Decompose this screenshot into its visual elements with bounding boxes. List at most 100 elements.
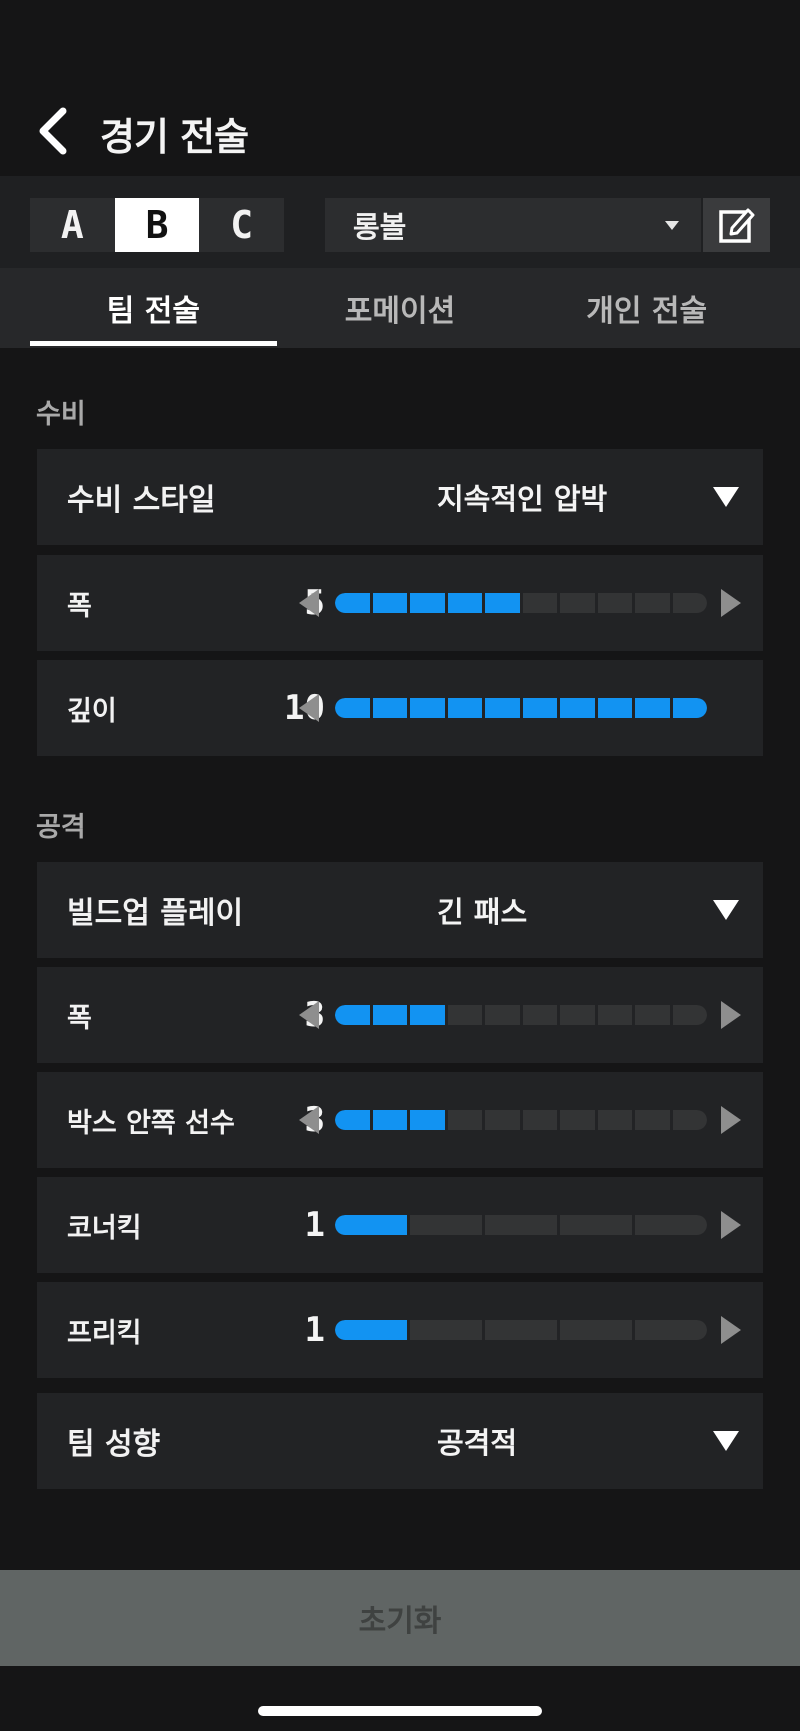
box-players-label: 박스 안쪽 선수 [67,1107,235,1139]
bar-segment-empty [410,1320,482,1340]
bar-segment-filled [335,1005,370,1025]
page-title: 경기 전술 [100,115,249,159]
bar-segment-filled [522,698,557,718]
attack-width-label: 폭 [67,1002,92,1034]
bar-segment-empty [560,593,595,613]
bar-segment-empty [485,1320,557,1340]
slot-a-button[interactable]: A [30,198,115,252]
chevron-left-icon [39,107,67,155]
slot-b-button[interactable]: B [114,198,200,252]
team-mentality-label: 팀 성향 [67,1427,161,1462]
free-kick-bar[interactable] [335,1320,707,1340]
tactics-content: 수비 수비 스타일 지속적인 압박 폭 5 깊이 10 공격 빌드업 플레이 긴… [0,348,800,1570]
bar-segment-filled [372,1110,407,1130]
box-players-bar[interactable] [335,1110,707,1130]
bar-segment-empty [485,1215,557,1235]
decrease-arrow-icon[interactable] [299,589,319,617]
tab-bar: 팀 전술 포메이션 개인 전술 [0,268,800,348]
bar-segment-empty [522,593,557,613]
bar-segment-empty [522,1110,557,1130]
tab-formation[interactable]: 포메이션 [277,268,524,348]
bar-segment-empty [635,1110,670,1130]
bar-segment-empty [672,1005,707,1025]
reset-button[interactable]: 초기화 [0,1570,800,1666]
defense-style-value: 지속적인 압박 [437,482,608,516]
bar-segment-filled [335,698,370,718]
bar-segment-filled [335,593,370,613]
buildup-play-label: 빌드업 플레이 [67,896,244,931]
defense-width-bar[interactable] [335,593,707,613]
defense-width-label: 폭 [67,590,92,622]
tab-individual-tactics[interactable]: 개인 전술 [523,268,770,348]
increase-arrow-icon[interactable] [721,1316,741,1344]
decrease-arrow-icon[interactable] [299,1001,319,1029]
bar-segment-empty [522,1005,557,1025]
free-kick-value: 1 [304,1310,325,1350]
defense-section-label: 수비 [36,399,86,430]
bar-segment-empty [672,593,707,613]
back-button[interactable] [30,104,74,158]
bar-segment-empty [597,1110,632,1130]
team-mentality-value: 공격적 [437,1426,518,1460]
bar-segment-empty [447,1110,482,1130]
defense-style-dropdown[interactable]: 수비 스타일 지속적인 압박 [37,449,763,545]
defense-style-label: 수비 스타일 [67,483,216,518]
bar-segment-empty [560,1320,632,1340]
bar-segment-empty [672,1110,707,1130]
bar-segment-filled [372,593,407,613]
corner-kick-label: 코너킥 [67,1212,142,1244]
bar-segment-empty [635,1320,707,1340]
bar-segment-empty [635,1215,707,1235]
bar-segment-filled [372,1005,407,1025]
attack-width-slider: 폭 3 [37,967,763,1063]
bar-segment-empty [560,1110,595,1130]
bar-segment-filled [560,698,595,718]
bar-segment-empty [560,1005,595,1025]
preset-dropdown-value: 롱볼 [353,210,407,244]
bar-segment-empty [635,1005,670,1025]
corner-kick-bar[interactable] [335,1215,707,1235]
bar-segment-empty [447,1005,482,1025]
defense-depth-label: 깊이 [67,695,117,727]
decrease-arrow-icon[interactable] [299,694,319,722]
preset-dropdown[interactable]: 롱볼 [325,198,701,252]
bar-segment-empty [597,593,632,613]
defense-depth-bar[interactable] [335,698,707,718]
bar-segment-empty [597,1005,632,1025]
free-kick-label: 프리킥 [67,1317,142,1349]
edit-preset-button[interactable] [703,198,770,252]
bar-segment-empty [485,1110,520,1130]
buildup-play-dropdown[interactable]: 빌드업 플레이 긴 패스 [37,862,763,958]
defense-width-slider: 폭 5 [37,555,763,651]
bar-segment-filled [485,593,520,613]
bar-segment-filled [335,1110,370,1130]
tab-team-tactics[interactable]: 팀 전술 [30,268,277,348]
free-kick-slider: 프리킥 1 [37,1282,763,1378]
bar-segment-filled [635,698,670,718]
caret-down-icon [713,900,739,920]
defense-depth-slider: 깊이 10 [37,660,763,756]
bar-segment-filled [485,698,520,718]
bar-segment-filled [335,1320,407,1340]
header: 경기 전술 [0,0,800,176]
bar-segment-filled [597,698,632,718]
decrease-arrow-icon[interactable] [299,1106,319,1134]
preset-slot-switcher: A B C [30,198,284,252]
corner-kick-slider: 코너킥 1 [37,1177,763,1273]
increase-arrow-icon[interactable] [721,1106,741,1134]
box-players-slider: 박스 안쪽 선수 3 [37,1072,763,1168]
attack-section-label: 공격 [36,812,86,843]
team-mentality-dropdown[interactable]: 팀 성향 공격적 [37,1393,763,1489]
bar-segment-empty [410,1215,482,1235]
attack-width-bar[interactable] [335,1005,707,1025]
slot-c-button[interactable]: C [199,198,284,252]
increase-arrow-icon[interactable] [721,589,741,617]
bar-segment-empty [485,1005,520,1025]
caret-down-icon [713,1431,739,1451]
bar-segment-filled [447,593,482,613]
corner-kick-value: 1 [304,1205,325,1245]
bar-segment-filled [672,698,707,718]
bar-segment-filled [410,1110,445,1130]
increase-arrow-icon[interactable] [721,1001,741,1029]
increase-arrow-icon[interactable] [721,1211,741,1239]
